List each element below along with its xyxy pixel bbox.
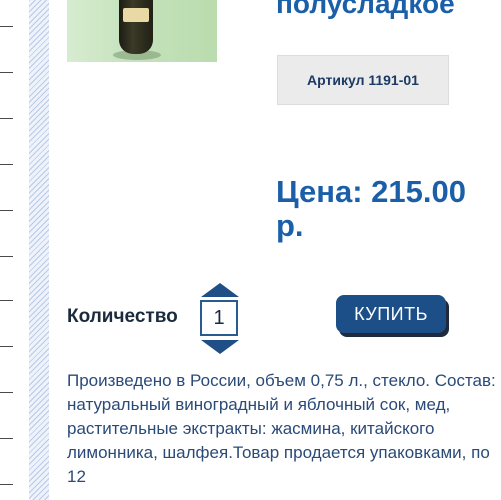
product-image <box>67 0 217 62</box>
menu-divider <box>0 210 13 211</box>
product-title: полусладкое <box>276 0 455 19</box>
bottle-label <box>123 8 149 22</box>
menu-divider <box>0 72 13 73</box>
menu-divider <box>0 256 13 257</box>
menu-divider <box>0 484 13 485</box>
menu-divider <box>0 392 13 393</box>
quantity-input[interactable] <box>200 300 238 336</box>
quantity-label: Количество <box>67 306 178 327</box>
menu-divider <box>0 26 13 27</box>
price: Цена: 215.00 р. <box>276 174 466 243</box>
hatched-border <box>29 0 49 500</box>
menu-divider <box>0 346 13 347</box>
buy-button[interactable]: КУПИТЬ <box>336 295 446 333</box>
sku-badge: Артикул 1191-01 <box>277 55 449 105</box>
menu-divider <box>0 300 13 301</box>
left-menu-strip <box>0 0 29 500</box>
menu-divider <box>0 164 13 165</box>
menu-divider <box>0 118 13 119</box>
product-description: Произведено в России, объем 0,75 л., сте… <box>67 371 496 486</box>
increment-arrow-icon[interactable] <box>201 283 239 297</box>
quantity-stepper <box>198 283 242 355</box>
decrement-arrow-icon[interactable] <box>201 340 239 354</box>
menu-divider <box>0 438 13 439</box>
